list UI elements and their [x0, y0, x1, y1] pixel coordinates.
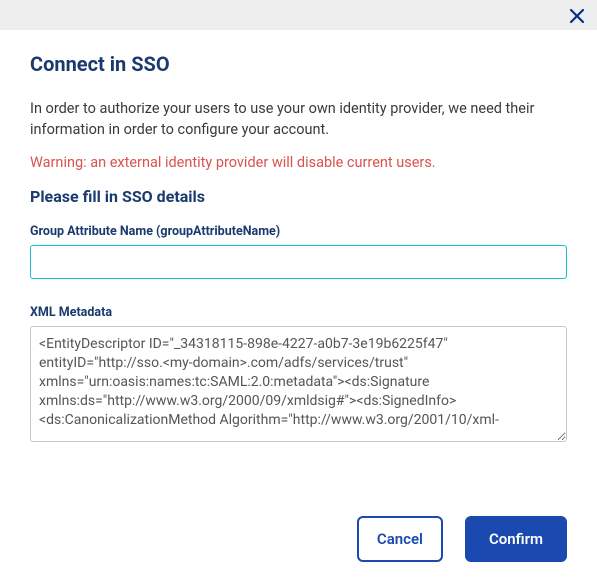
close-button[interactable] — [563, 2, 591, 30]
group-attribute-input[interactable] — [30, 245, 567, 279]
dialog-subheading: Please fill in SSO details — [30, 187, 567, 206]
dialog-content: Connect in SSO In order to authorize you… — [0, 30, 597, 494]
dialog-titlebar — [0, 0, 597, 30]
dialog-title: Connect in SSO — [30, 52, 567, 76]
sso-connect-dialog: Connect in SSO In order to authorize you… — [0, 0, 597, 584]
dialog-footer: Cancel Confirm — [0, 494, 597, 584]
confirm-button[interactable]: Confirm — [465, 516, 567, 562]
cancel-button[interactable]: Cancel — [357, 516, 443, 562]
close-icon — [569, 8, 585, 24]
dialog-warning-text: Warning: an external identity provider w… — [30, 154, 567, 171]
xml-metadata-textarea[interactable] — [30, 326, 567, 442]
group-attribute-label: Group Attribute Name (groupAttributeName… — [30, 224, 567, 239]
xml-metadata-label: XML Metadata — [30, 305, 567, 320]
dialog-intro-text: In order to authorize your users to use … — [30, 98, 567, 140]
